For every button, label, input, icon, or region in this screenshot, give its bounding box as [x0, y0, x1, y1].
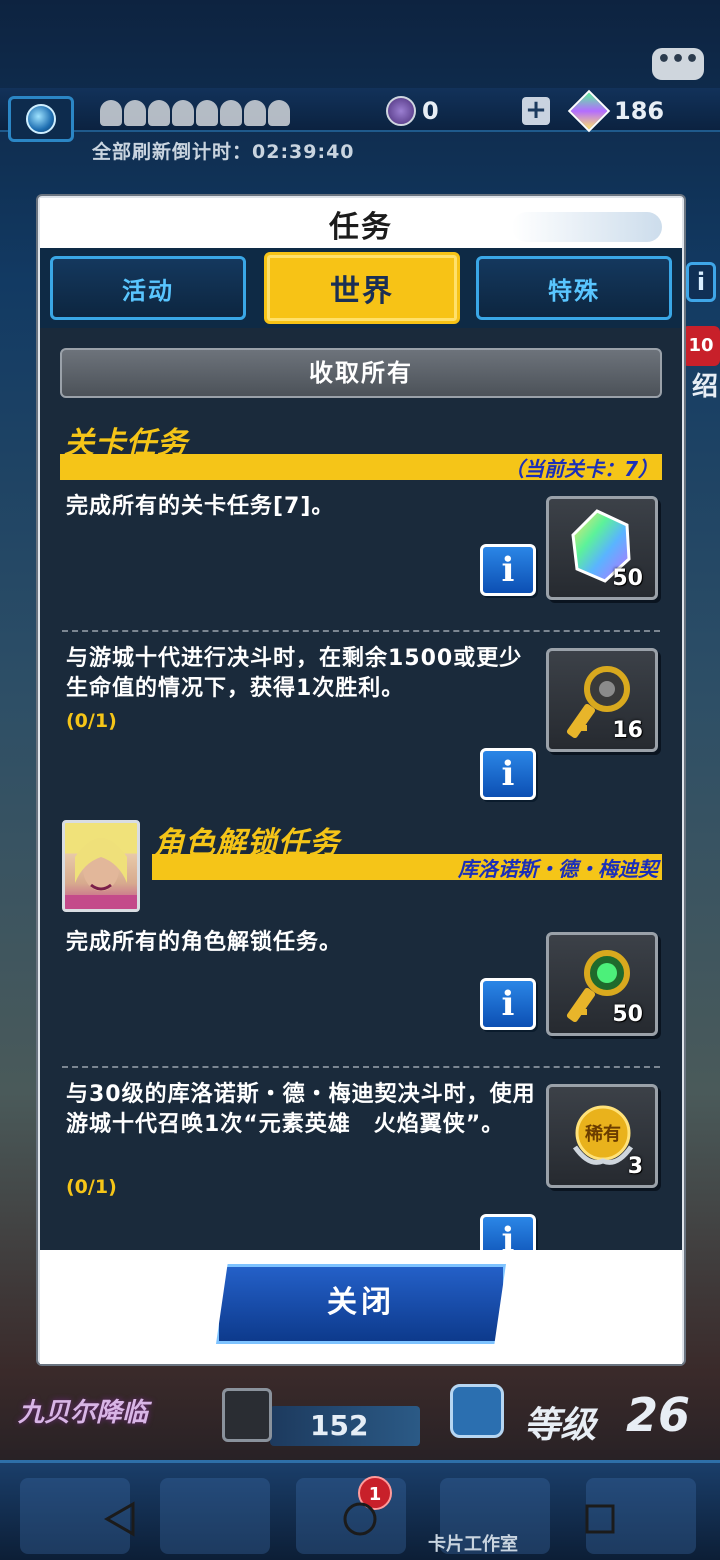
- divider: [62, 630, 660, 632]
- divider: [62, 1066, 660, 1068]
- rainbow-gem-icon: [571, 509, 631, 583]
- dialog-header: 任务: [40, 198, 682, 248]
- level-icon: [450, 1384, 504, 1438]
- close-button[interactable]: 关闭: [216, 1264, 506, 1344]
- reward-slot[interactable]: 50: [546, 496, 658, 600]
- refresh-countdown: 全部刷新倒计时：02:39:40: [92, 141, 355, 163]
- deck-count: 152: [270, 1406, 420, 1446]
- coin-value: 0: [422, 97, 439, 125]
- gem-icon: [567, 89, 611, 133]
- coin-icon: [386, 96, 416, 126]
- back-icon[interactable]: [90, 1489, 150, 1549]
- coin-counter: 0: [386, 96, 439, 126]
- info-button[interactable]: i: [480, 978, 536, 1030]
- side-info-icon[interactable]: i: [686, 262, 716, 302]
- level-label: 等级: [524, 1405, 597, 1446]
- section-subtitle: （当前关卡：7）: [504, 457, 658, 481]
- side-label: 绍: [691, 372, 718, 402]
- gem-value: 186: [614, 97, 665, 125]
- home-icon[interactable]: [330, 1489, 390, 1549]
- mission-progress: (0/1): [66, 1176, 117, 1198]
- level-number: 26: [626, 1388, 691, 1442]
- reward-quantity: 50: [612, 1002, 643, 1027]
- side-badge[interactable]: 10: [682, 326, 720, 366]
- mission-text: 与30级的库洛诺斯・德・梅迪契决斗时，使用游城十代召唤1次“元素英雄 火焰翼侠”…: [66, 1082, 536, 1137]
- mission-progress: (0/1): [66, 710, 117, 732]
- tab-world[interactable]: 世界: [264, 252, 460, 324]
- system-nav-bar: [0, 1484, 720, 1554]
- green-key-icon: [566, 950, 630, 1023]
- globe-icon[interactable]: [8, 96, 74, 142]
- dialog-footer: 关闭: [40, 1250, 682, 1364]
- reward-slot[interactable]: 稀有 3: [546, 1084, 658, 1188]
- reward-quantity: 16: [612, 718, 643, 743]
- level-panel[interactable]: 等级 26: [440, 1378, 720, 1448]
- info-button[interactable]: i: [480, 1214, 536, 1250]
- gold-key-icon: [566, 666, 630, 739]
- rare-medal-icon: 稀有: [572, 1105, 634, 1165]
- tab-bar: 活动 世界 特殊: [40, 248, 682, 328]
- tab-special[interactable]: 特殊: [476, 256, 672, 320]
- reward-slot[interactable]: 16: [546, 648, 658, 752]
- event-logo[interactable]: 九贝尔降临: [18, 1392, 148, 1429]
- duelist-slots: [100, 100, 290, 126]
- reward-quantity: 3: [627, 1154, 643, 1179]
- info-button[interactable]: i: [480, 748, 536, 800]
- missions-dialog: 任务 活动 世界 特殊 收取所有 关卡任务 （当前关卡：7） 完成所有的关卡任务…: [38, 196, 684, 1364]
- plus-icon[interactable]: +: [522, 97, 550, 125]
- collect-all-button[interactable]: 收取所有: [60, 348, 662, 398]
- svg-text:稀有: 稀有: [585, 1123, 621, 1145]
- info-button[interactable]: i: [480, 544, 536, 596]
- reward-quantity: 50: [612, 566, 643, 591]
- chat-icon[interactable]: •••: [652, 48, 704, 80]
- mission-text: 完成所有的角色解锁任务。: [66, 930, 343, 955]
- character-portrait: [62, 820, 140, 912]
- dialog-title: 任务: [329, 210, 393, 245]
- deck-icon[interactable]: [222, 1388, 272, 1442]
- tab-events[interactable]: 活动: [50, 256, 246, 320]
- section-subtitle: 库洛诺斯・德・梅迪契: [458, 857, 658, 881]
- mission-text: 与游城十代进行决斗时，在剩余1500或更少生命值的情况下，获得1次胜利。: [66, 646, 523, 701]
- missions-list[interactable]: 收取所有 关卡任务 （当前关卡：7） 完成所有的关卡任务[7]。 i 50 与游…: [40, 328, 682, 1250]
- mission-text: 完成所有的关卡任务[7]。: [66, 494, 335, 519]
- gem-counter[interactable]: + 186: [522, 89, 665, 133]
- recents-icon[interactable]: [570, 1489, 630, 1549]
- reward-slot[interactable]: 50: [546, 932, 658, 1036]
